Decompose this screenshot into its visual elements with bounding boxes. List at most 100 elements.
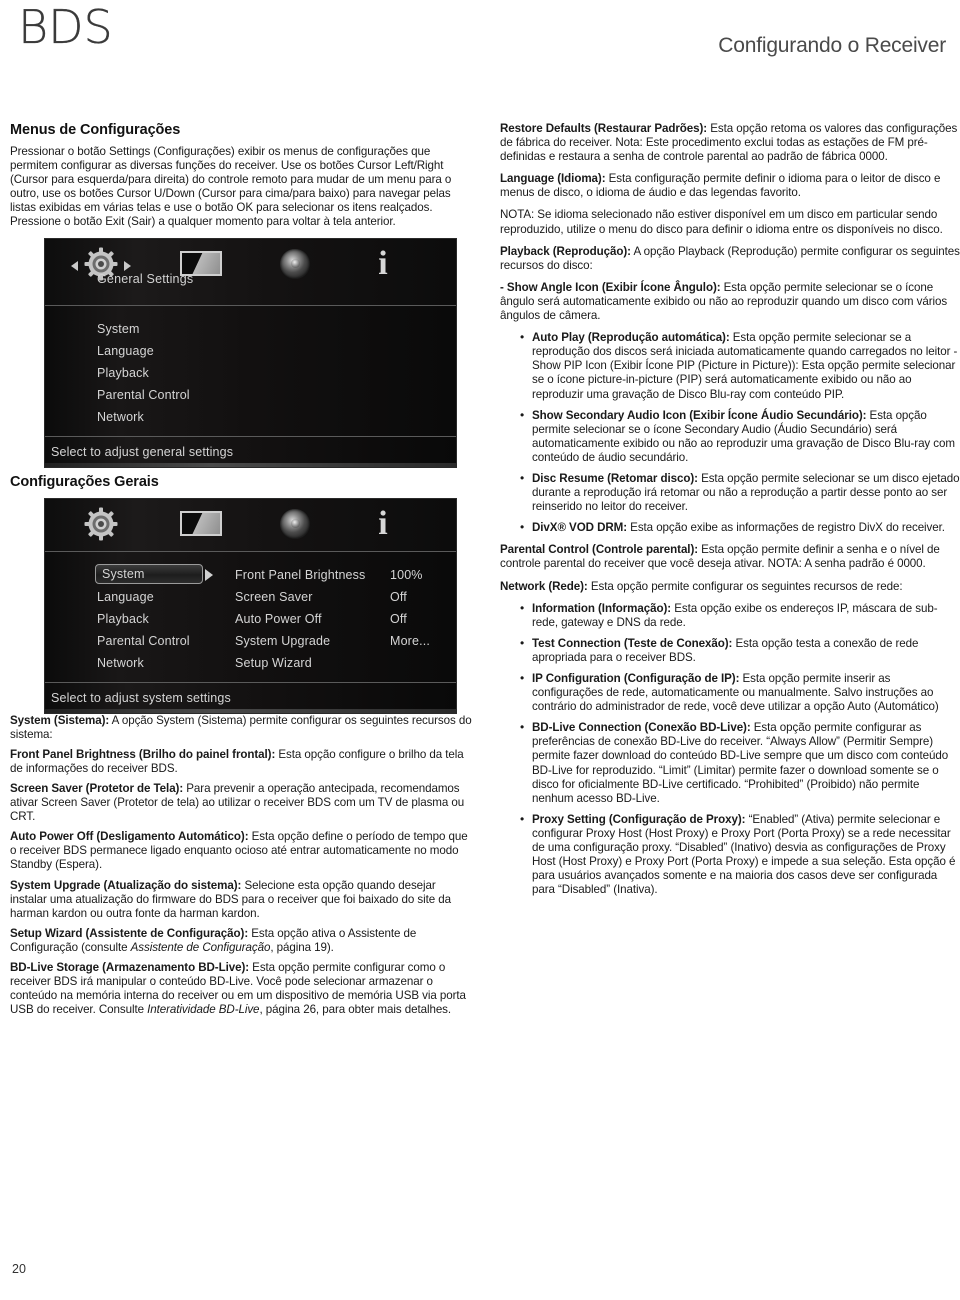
- paragraph-bd-live-storage-reference: Interatividade BD-Live: [147, 1003, 260, 1017]
- osd-setting-value: Off: [390, 589, 407, 604]
- osd-setting-label: Setup Wizard: [235, 655, 312, 670]
- paragraph-restore-defaults-label: Restore Defaults (Restaurar Padrões):: [500, 122, 708, 135]
- paragraph-system: System (Sistema): A opção System (Sistem…: [10, 714, 473, 742]
- osd-footer-hint: Select to adjust system settings: [45, 682, 456, 713]
- bullet-ip-configuration-label: IP Configuration (Configuração de IP):: [532, 672, 740, 685]
- osd-tab-label: General Settings: [97, 271, 194, 286]
- osd-item-label: System: [95, 563, 203, 584]
- right-column: Restore Defaults (Restaurar Padrões): Es…: [500, 122, 960, 905]
- paragraph-bd-live-storage: BD-Live Storage (Armazenamento BD-Live):…: [10, 961, 473, 1017]
- osd-item-label: System: [97, 321, 140, 336]
- paragraph-setup-wizard: Setup Wizard (Assistente de Configuração…: [10, 927, 473, 955]
- osd-menu-item-network: Network Setup Wizard: [45, 652, 456, 674]
- paragraph-language-label: Language (Idioma):: [500, 172, 606, 186]
- list-item: Proxy Setting (Configuração de Proxy): “…: [520, 812, 960, 898]
- osd-setting-value: More...: [390, 633, 430, 648]
- paragraph-parental-control-label: Parental Control (Controle parental):: [500, 543, 699, 557]
- osd-item-label: Network: [97, 409, 144, 424]
- paragraph-front-panel-brightness: Front Panel Brightness (Brilho do painel…: [10, 748, 473, 776]
- osd-item-label: Language: [97, 343, 154, 358]
- list-item: IP Configuration (Configuração de IP): E…: [520, 671, 960, 714]
- speaker-icon: [263, 245, 327, 283]
- brand-logo: BDS: [18, 0, 113, 54]
- osd-menu-item-parental-control: Parental Control System Upgrade More...: [45, 630, 456, 652]
- osd-icon-bar: i General Settings: [45, 238, 456, 306]
- info-icon: i: [351, 505, 415, 543]
- gear-glyph: [84, 507, 118, 541]
- osd-screenshot-general-settings: i General Settings System Language Playb…: [44, 237, 457, 468]
- osd-menu-item-system-selected: System Front Panel Brightness 100%: [45, 563, 456, 586]
- paragraph-auto-power-off: Auto Power Off (Desligamento Automático)…: [10, 830, 473, 872]
- paragraph-auto-power-off-label: Auto Power Off (Desligamento Automático)…: [10, 830, 249, 844]
- bullet-disc-resume-label: Disc Resume (Retomar disco):: [532, 471, 698, 485]
- osd-menu-item-language: Language: [45, 340, 456, 362]
- cursor-right-arrow-icon: [124, 260, 131, 271]
- paragraph-setup-wizard-label: Setup Wizard (Assistente de Configuração…: [10, 926, 249, 940]
- osd-setting-label: Front Panel Brightness: [235, 567, 366, 582]
- paragraph-network-label: Network (Rede):: [500, 579, 588, 593]
- list-item: DivX® VOD DRM: Esta opção exibe as infor…: [520, 520, 960, 535]
- page-title: Configurando o Receiver: [718, 34, 946, 57]
- osd-setting-value: 100%: [390, 567, 423, 582]
- chevron-right-icon: [205, 568, 213, 581]
- paragraph-show-angle-icon-label: - Show Angle Icon (Exibir Ícone Ângulo):: [500, 280, 721, 294]
- cursor-left-arrow-icon: [71, 260, 78, 271]
- paragraph-restore-defaults: Restore Defaults (Restaurar Padrões): Es…: [500, 122, 960, 164]
- list-item: Disc Resume (Retomar disco): Esta opção …: [520, 471, 960, 514]
- osd-menu-list: System Language Playback Parental Contro…: [45, 305, 456, 437]
- note-language: NOTA: Se idioma selecionado não estiver …: [500, 208, 943, 236]
- playback-bullet-list: Auto Play (Reprodução automática): Esta …: [500, 330, 960, 535]
- list-item: Test Connection (Teste de Conexão): Esta…: [520, 636, 960, 665]
- paragraph-parental-control: Parental Control (Controle parental): Es…: [500, 543, 960, 571]
- paragraph-network-text: Esta opção permite configurar os seguint…: [587, 579, 903, 593]
- bullet-proxy-setting-label: Proxy Setting (Configuração de Proxy):: [532, 812, 746, 826]
- osd-item-label: Playback: [97, 611, 149, 626]
- bullet-show-secondary-audio-label: Show Secondary Audio Icon (Exibir Ícone …: [532, 408, 867, 422]
- osd-menu-item-parental-control: Parental Control: [45, 384, 456, 406]
- page-number: 20: [12, 1262, 26, 1276]
- paragraph-language: Language (Idioma): Esta configuração per…: [500, 172, 960, 200]
- bullet-auto-play-label: Auto Play (Reprodução automática):: [532, 331, 730, 345]
- osd-footer-hint: Select to adjust general settings: [45, 436, 456, 467]
- paragraph-setup-wizard-text-b: , página 19).: [270, 940, 334, 954]
- info-icon: i: [351, 245, 415, 283]
- display-icon: [169, 505, 233, 543]
- paragraph-system-upgrade: System Upgrade (Atualização do sistema):…: [10, 879, 473, 921]
- network-bullet-list: Information (Informação): Esta opção exi…: [500, 601, 960, 898]
- paragraph-system-upgrade-label: System Upgrade (Atualização do sistema):: [10, 878, 242, 892]
- gear-svg: [84, 507, 118, 541]
- left-column: Menus de Configurações Pressionar o botã…: [10, 122, 473, 1023]
- osd-setting-label: System Upgrade: [235, 633, 331, 648]
- osd-icon-bar: i: [45, 498, 456, 552]
- paragraph-system-label: System (Sistema):: [10, 713, 110, 727]
- osd-menu-item-language: Language Screen Saver Off: [45, 586, 456, 608]
- paragraph-bd-live-storage-text-b: , página 26, para obter mais detalhes.: [259, 1003, 452, 1017]
- speaker-glyph: [280, 248, 310, 279]
- paragraph-front-panel-brightness-label: Front Panel Brightness (Brilho do painel…: [10, 747, 276, 761]
- osd-system-list: System Front Panel Brightness 100% Langu…: [45, 551, 456, 683]
- paragraph-playback: Playback (Reprodução): A opção Playback …: [500, 245, 960, 273]
- paragraph-screen-saver: Screen Saver (Protetor de Tela): Para pr…: [10, 782, 473, 824]
- page-header: BDS Configurando o Receiver: [0, 0, 960, 96]
- paragraph-screen-saver-label: Screen Saver (Protetor de Tela):: [10, 781, 184, 795]
- gear-icon: [69, 505, 133, 543]
- paragraph-show-angle-icon: - Show Angle Icon (Exibir Ícone Ângulo):…: [500, 281, 960, 323]
- osd-item-label: Parental Control: [97, 387, 190, 402]
- speaker-glyph: [280, 508, 310, 539]
- paragraph-setup-wizard-reference: Assistente de Configuração: [130, 940, 271, 954]
- paragraph-playback-label: Playback (Reprodução):: [500, 244, 631, 258]
- section-title-menus: Menus de Configurações: [10, 122, 181, 138]
- intro-paragraph: Pressionar o botão Settings (Configuraçõ…: [10, 145, 452, 229]
- display-glyph: [180, 511, 222, 537]
- list-item: Information (Informação): Esta opção exi…: [520, 601, 960, 630]
- osd-menu-item-network: Network: [45, 406, 456, 428]
- osd-item-label: Parental Control: [97, 633, 190, 648]
- osd-menu-item-playback: Playback: [45, 362, 456, 384]
- osd-setting-label: Auto Power Off: [235, 611, 322, 626]
- info-glyph: i: [378, 244, 388, 282]
- bullet-divx-vod-drm-text: Esta opção exibe as informações de regis…: [627, 521, 945, 535]
- list-item: BD-Live Connection (Conexão BD-Live): Es…: [520, 720, 960, 806]
- bullet-information-label: Information (Informação):: [532, 601, 672, 615]
- bullet-bd-live-connection-label: BD-Live Connection (Conexão BD-Live):: [532, 721, 751, 735]
- paragraph-network: Network (Rede): Esta opção permite confi…: [500, 580, 960, 594]
